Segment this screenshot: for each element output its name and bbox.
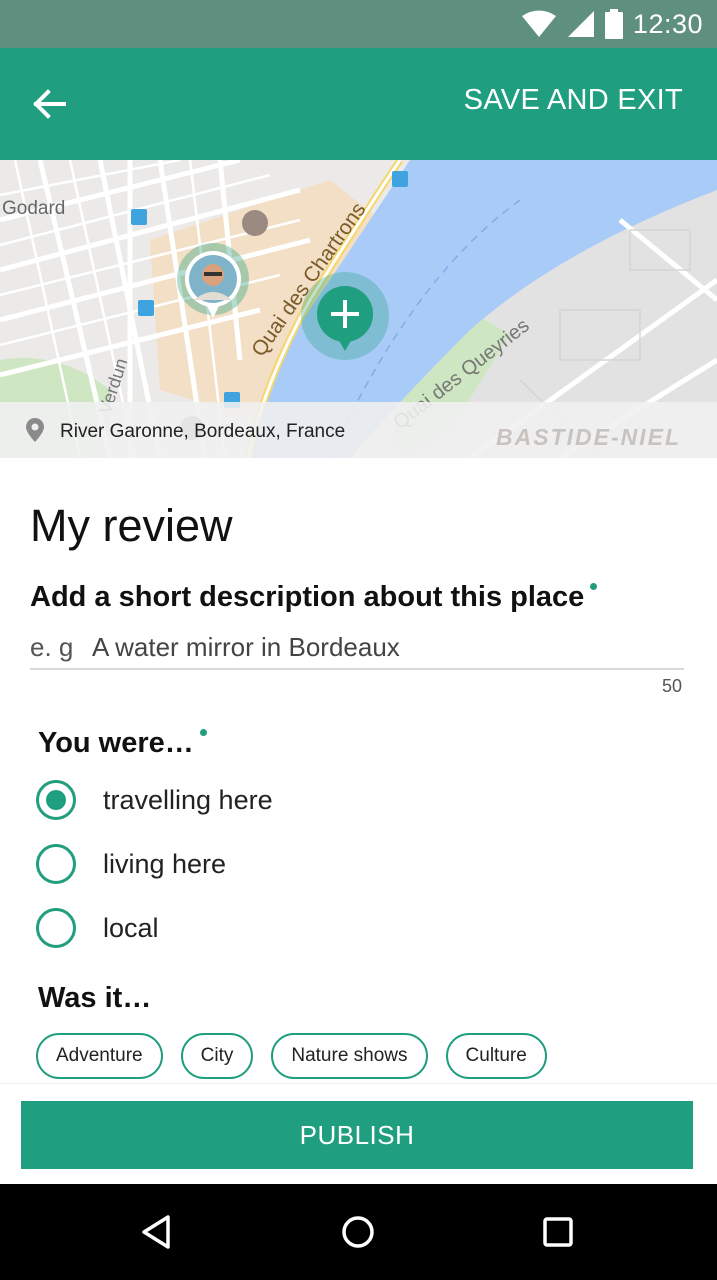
description-label-text: Add a short description about this place [30, 581, 585, 613]
tag-chips: Adventure City Nature shows Culture [36, 1033, 547, 1079]
char-counter: 50 [661, 676, 682, 696]
nav-back-icon[interactable] [138, 1212, 178, 1252]
location-pin-icon [26, 418, 44, 442]
plus-icon [317, 286, 373, 351]
was-it-label: Was it… [38, 982, 152, 1014]
you-were-label-text: You were… [38, 727, 194, 759]
status-bar: 12:30 [0, 0, 717, 48]
radio-label: travelling here [103, 784, 273, 815]
radio-label: local [103, 912, 159, 943]
publish-button[interactable]: PUBLISH [21, 1101, 693, 1169]
back-button[interactable] [22, 76, 78, 132]
nav-home-icon[interactable] [338, 1212, 378, 1252]
required-indicator [590, 583, 598, 590]
publish-bar: PUBLISH [0, 1083, 717, 1184]
radio-label: living here [103, 848, 227, 879]
radio-option-living[interactable]: living here [36, 842, 226, 886]
district-label: BASTIDE-NIEL [496, 424, 681, 450]
required-indicator [199, 729, 207, 736]
description-label: Add a short description about this place [30, 581, 598, 614]
radio-button-checked[interactable] [36, 780, 76, 820]
tag-chip-culture[interactable]: Culture [445, 1033, 547, 1079]
arrow-left-icon [33, 89, 66, 119]
nav-recents-icon[interactable] [538, 1212, 578, 1252]
tag-chip-city[interactable]: City [180, 1033, 254, 1079]
you-were-label: You were… [38, 727, 207, 760]
description-prefix: e. g [30, 632, 74, 662]
tag-chip-adventure[interactable]: Adventure [36, 1033, 163, 1079]
signal-icon [567, 11, 594, 37]
museum-icon [242, 210, 268, 236]
battery-icon [604, 9, 623, 39]
page-title: My review [30, 500, 233, 551]
tag-chip-nature-shows[interactable]: Nature shows [271, 1033, 428, 1079]
address-bar: River Garonne, Bordeaux, France BASTIDE-… [0, 402, 717, 458]
system-nav-bar [0, 1184, 717, 1280]
radio-button[interactable] [36, 844, 76, 884]
add-location-marker[interactable] [301, 272, 389, 360]
map-label-godard: Godard [2, 198, 65, 219]
wifi-icon [521, 10, 556, 37]
user-avatar-marker[interactable] [176, 242, 250, 322]
description-input[interactable]: e. g A water mirror in Bordeaux [30, 626, 684, 670]
status-icons: 12:30 [521, 0, 703, 48]
address-text: River Garonne, Bordeaux, France [60, 421, 346, 442]
description-placeholder: A water mirror in Bordeaux [92, 632, 400, 662]
radio-button[interactable] [36, 908, 76, 948]
radio-option-travelling[interactable]: travelling here [36, 778, 273, 822]
radio-option-local[interactable]: local [36, 906, 159, 950]
app-bar: SAVE AND EXIT [0, 48, 717, 160]
status-time: 12:30 [632, 8, 703, 39]
save-and-exit-button[interactable]: SAVE AND EXIT [464, 84, 683, 117]
